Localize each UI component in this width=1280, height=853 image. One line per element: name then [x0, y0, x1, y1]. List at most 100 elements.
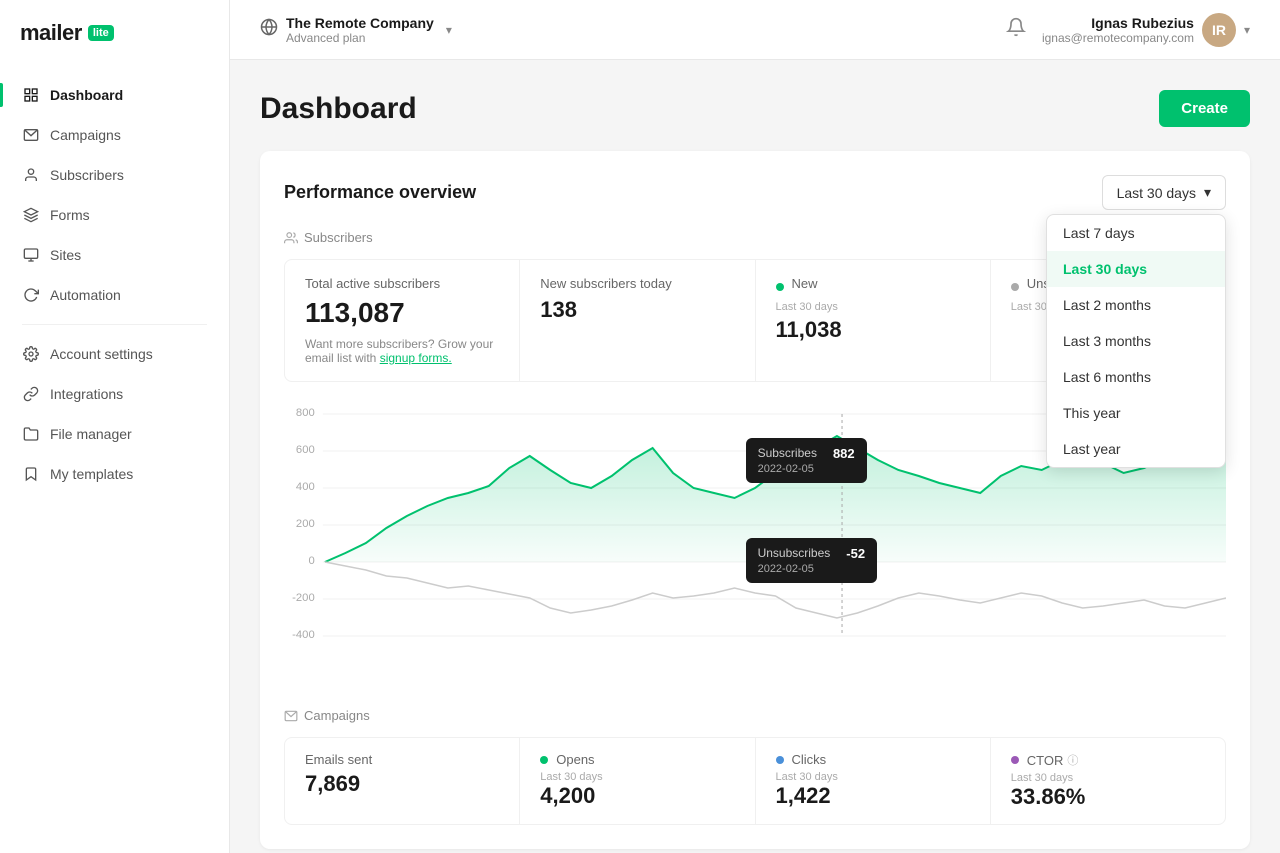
bookmark-icon	[22, 465, 40, 483]
total-value: 113,087	[305, 297, 499, 329]
clicks-label: Clicks	[776, 752, 970, 767]
period-dropdown-button[interactable]: Last 30 days ▾	[1102, 175, 1226, 210]
campaigns-label-text: Campaigns	[304, 708, 370, 723]
grid-icon	[22, 86, 40, 104]
sidebar-item-file-manager-label: File manager	[50, 426, 132, 442]
logo-area: mailer lite	[0, 0, 229, 76]
total-label: Total active subscribers	[305, 276, 499, 291]
svg-text:400: 400	[296, 481, 315, 493]
company-name: The Remote Company	[286, 15, 434, 31]
nav-divider-1	[22, 324, 207, 325]
ctor-dot	[1011, 756, 1019, 764]
ctor-stat: CTOR ⓘ Last 30 days 33.86%	[991, 738, 1225, 824]
monitor-icon	[22, 246, 40, 264]
svg-text:800: 800	[296, 407, 315, 419]
svg-text:600: 600	[296, 444, 315, 456]
signup-forms-link[interactable]: signup forms.	[380, 351, 452, 365]
campaigns-section-label: Campaigns	[284, 708, 1226, 723]
sidebar-item-forms-label: Forms	[50, 207, 90, 223]
sidebar-item-file-manager[interactable]: File manager	[10, 415, 219, 453]
opens-stat: Opens Last 30 days 4,200	[520, 738, 755, 824]
new-today-label: New subscribers today	[540, 276, 734, 291]
header-company-area[interactable]: The Remote Company Advanced plan ▾	[260, 15, 452, 45]
folder-icon	[22, 425, 40, 443]
dropdown-chevron-icon: ▾	[1204, 184, 1211, 201]
sidebar-item-dashboard[interactable]: Dashboard	[10, 76, 219, 114]
sidebar-item-my-templates[interactable]: My templates	[10, 455, 219, 493]
user-icon	[22, 166, 40, 184]
clicks-value: 1,422	[776, 783, 970, 809]
sidebar-item-campaigns-label: Campaigns	[50, 127, 121, 143]
subscribers-label: Subscribers	[304, 230, 373, 245]
sidebar-item-sites[interactable]: Sites	[10, 236, 219, 274]
logo: mailer lite	[20, 20, 209, 46]
sidebar-item-account-settings[interactable]: Account settings	[10, 335, 219, 373]
new-dot	[776, 283, 784, 291]
top-header: The Remote Company Advanced plan ▾ Ignas…	[230, 0, 1280, 60]
ctor-label: CTOR ⓘ	[1011, 752, 1205, 768]
user-text: Ignas Rubezius ignas@remotecompany.com	[1042, 15, 1194, 45]
plan-name: Advanced plan	[286, 31, 434, 45]
sidebar-item-subscribers-label: Subscribers	[50, 167, 124, 183]
campaigns-section: Campaigns Emails sent 7,869 Opens Last 3…	[284, 708, 1226, 825]
dropdown-item-lastyear[interactable]: Last year	[1047, 431, 1225, 467]
performance-title: Performance overview	[284, 182, 476, 203]
dropdown-item-30days[interactable]: Last 30 days	[1047, 251, 1225, 287]
bell-icon[interactable]	[1006, 17, 1026, 42]
stat-note: Want more subscribers? Grow your email l…	[305, 337, 499, 365]
page-header: Dashboard Create	[260, 90, 1250, 127]
svg-text:-400: -400	[292, 629, 315, 641]
total-subscribers-stat: Total active subscribers 113,087 Want mo…	[285, 260, 520, 381]
clicks-period: Last 30 days	[776, 771, 970, 783]
sidebar-item-integrations-label: Integrations	[50, 386, 123, 402]
page-title: Dashboard	[260, 92, 417, 126]
info-icon: ⓘ	[1067, 752, 1078, 768]
logo-badge: lite	[88, 25, 114, 41]
ctor-value: 33.86%	[1011, 784, 1205, 810]
dropdown-item-thisyear[interactable]: This year	[1047, 395, 1225, 431]
period-dropdown-container: Last 30 days ▾ Last 7 days Last 30 days …	[1102, 175, 1226, 210]
link-icon	[22, 385, 40, 403]
sidebar-item-integrations[interactable]: Integrations	[10, 375, 219, 413]
sidebar-item-automation[interactable]: Automation	[10, 276, 219, 314]
dropdown-item-3months[interactable]: Last 3 months	[1047, 323, 1225, 359]
content-area: Dashboard Create Performance overview La…	[230, 60, 1280, 853]
period-dropdown-menu: Last 7 days Last 30 days Last 2 months L…	[1046, 214, 1226, 468]
user-menu[interactable]: Ignas Rubezius ignas@remotecompany.com I…	[1042, 13, 1250, 47]
sidebar-item-account-settings-label: Account settings	[50, 346, 153, 362]
new-period: Last 30 days	[776, 301, 970, 313]
dropdown-item-7days[interactable]: Last 7 days	[1047, 215, 1225, 251]
main-content: The Remote Company Advanced plan ▾ Ignas…	[230, 0, 1280, 853]
sidebar-item-subscribers[interactable]: Subscribers	[10, 156, 219, 194]
emails-sent-label: Emails sent	[305, 752, 499, 767]
sidebar-item-forms[interactable]: Forms	[10, 196, 219, 234]
svg-text:200: 200	[296, 518, 315, 530]
new-today-value: 138	[540, 297, 734, 323]
period-selected-label: Last 30 days	[1117, 185, 1196, 201]
emails-sent-stat: Emails sent 7,869	[285, 738, 520, 824]
clicks-dot	[776, 756, 784, 764]
create-button[interactable]: Create	[1159, 90, 1250, 127]
sidebar: mailer lite Dashboard Campaigns Subscrib…	[0, 0, 230, 853]
opens-label: Opens	[540, 752, 734, 767]
new-label: New	[792, 276, 818, 291]
new-today-stat: New subscribers today 138	[520, 260, 755, 381]
user-name: Ignas Rubezius	[1042, 15, 1194, 31]
unsub-dot	[1011, 283, 1019, 291]
new-period-stat: New Last 30 days 11,038	[756, 260, 991, 381]
performance-card: Performance overview Last 30 days ▾ Last…	[260, 151, 1250, 849]
dropdown-item-6months[interactable]: Last 6 months	[1047, 359, 1225, 395]
svg-text:-200: -200	[292, 592, 315, 604]
opens-value: 4,200	[540, 783, 734, 809]
sidebar-item-my-templates-label: My templates	[50, 466, 133, 482]
sidebar-item-campaigns[interactable]: Campaigns	[10, 116, 219, 154]
ctor-period: Last 30 days	[1011, 772, 1205, 784]
company-info: The Remote Company Advanced plan	[286, 15, 434, 45]
globe-icon	[260, 18, 278, 41]
opens-period: Last 30 days	[540, 771, 734, 783]
card-header: Performance overview Last 30 days ▾ Last…	[284, 175, 1226, 210]
opens-dot	[540, 756, 548, 764]
company-chevron-icon: ▾	[446, 23, 452, 37]
dropdown-item-2months[interactable]: Last 2 months	[1047, 287, 1225, 323]
user-chevron-icon: ▾	[1244, 23, 1250, 37]
